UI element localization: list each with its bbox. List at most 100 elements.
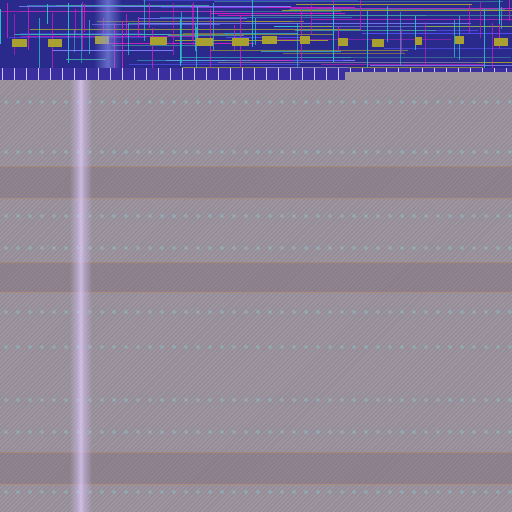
texture-vline <box>28 7 29 50</box>
texture-block <box>494 38 508 46</box>
texture-hline <box>332 26 425 27</box>
texture-block <box>338 38 348 46</box>
tick-mark <box>326 68 327 80</box>
tick-mark <box>230 68 231 80</box>
texture-hline <box>129 64 300 65</box>
texture-hline <box>9 37 146 38</box>
texture-vline <box>89 20 90 54</box>
texture-vline <box>84 4 85 32</box>
texture-vline <box>425 22 426 74</box>
tick-mark <box>134 68 135 80</box>
texture-vline <box>499 0 500 24</box>
texture-hline <box>179 62 478 63</box>
tick-mark <box>254 68 255 80</box>
tick-mark <box>314 68 315 80</box>
texture-vline <box>122 21 123 71</box>
texture-vline <box>193 2 194 46</box>
tick-mark <box>38 68 39 80</box>
tick-mark <box>14 68 15 80</box>
tick-mark <box>2 68 3 80</box>
texture-vline <box>75 9 76 34</box>
texture-vline <box>47 4 48 24</box>
tick-mark <box>290 68 291 80</box>
tick-mark <box>182 68 183 80</box>
texture-vline <box>0 9 1 44</box>
texture-vline <box>480 2 481 38</box>
texture-block <box>12 39 27 47</box>
tick-mark <box>74 68 75 80</box>
texture-vline <box>14 14 15 55</box>
texture-hline <box>312 19 512 20</box>
texture-hline <box>370 65 512 66</box>
texture-vline <box>74 29 75 52</box>
texture-hline <box>300 57 511 58</box>
texture-vline <box>509 0 510 21</box>
top-glow-column <box>94 0 122 70</box>
texture-block <box>232 38 249 46</box>
tick-mark <box>266 68 267 80</box>
tick-mark <box>98 68 99 80</box>
texture-vline <box>181 12 182 63</box>
texture-vline <box>195 23 196 51</box>
tick-mark <box>170 68 171 80</box>
texture-block <box>455 36 464 44</box>
texture-block <box>372 39 384 47</box>
glitch-canvas <box>0 0 512 512</box>
tick-mark <box>206 68 207 80</box>
tick-mark <box>218 68 219 80</box>
texture-vline <box>360 0 361 31</box>
texture-block <box>196 38 213 46</box>
tick-mark <box>110 68 111 80</box>
texture-hline <box>289 9 505 10</box>
texture-block <box>300 36 310 44</box>
texture-vline <box>192 4 193 41</box>
texture-vline <box>126 14 127 37</box>
texture-block <box>415 37 422 45</box>
texture-block <box>262 36 277 44</box>
texture-vline <box>138 17 139 37</box>
texture-hline <box>138 23 471 24</box>
texture-hline <box>137 60 251 61</box>
texture-vline <box>82 2 83 50</box>
texture-vline <box>81 4 82 63</box>
tick-mark <box>302 68 303 80</box>
texture-hline <box>264 39 451 40</box>
texture-vline <box>68 3 69 63</box>
texture-hline <box>296 4 472 5</box>
texture-vline <box>252 0 253 47</box>
texture-vline <box>367 11 368 72</box>
texture-hline <box>214 1 503 2</box>
texture-vline <box>197 7 198 41</box>
texture-hline <box>362 33 512 34</box>
texture-vline <box>484 9 485 71</box>
texture-vline <box>401 29 402 54</box>
texture-hline <box>251 15 512 16</box>
texture-vline <box>333 5 334 62</box>
texture-vline <box>311 3 312 35</box>
texture-vline <box>144 0 145 41</box>
tick-mark <box>86 68 87 80</box>
texture-vline <box>301 10 302 60</box>
texture-hline <box>321 64 484 65</box>
tick-mark <box>338 68 339 80</box>
texture-hline <box>183 33 224 34</box>
tick-mark <box>122 68 123 80</box>
tick-mark <box>158 68 159 80</box>
texture-block <box>150 37 167 45</box>
texture-vline <box>149 3 150 28</box>
tick-mark <box>50 68 51 80</box>
texture-vline <box>387 6 388 42</box>
texture-block <box>48 39 62 47</box>
texture-hline <box>211 13 345 14</box>
tick-mark <box>146 68 147 80</box>
texture-vline <box>213 3 214 50</box>
texture-vline <box>255 18 256 45</box>
tick-mark <box>194 68 195 80</box>
texture-hline <box>282 10 512 11</box>
texture-vline <box>501 7 502 29</box>
texture-hline <box>122 6 291 7</box>
step-notch <box>345 72 512 80</box>
texture-vline <box>7 3 8 38</box>
tick-mark <box>62 68 63 80</box>
texture-hline <box>14 34 170 35</box>
